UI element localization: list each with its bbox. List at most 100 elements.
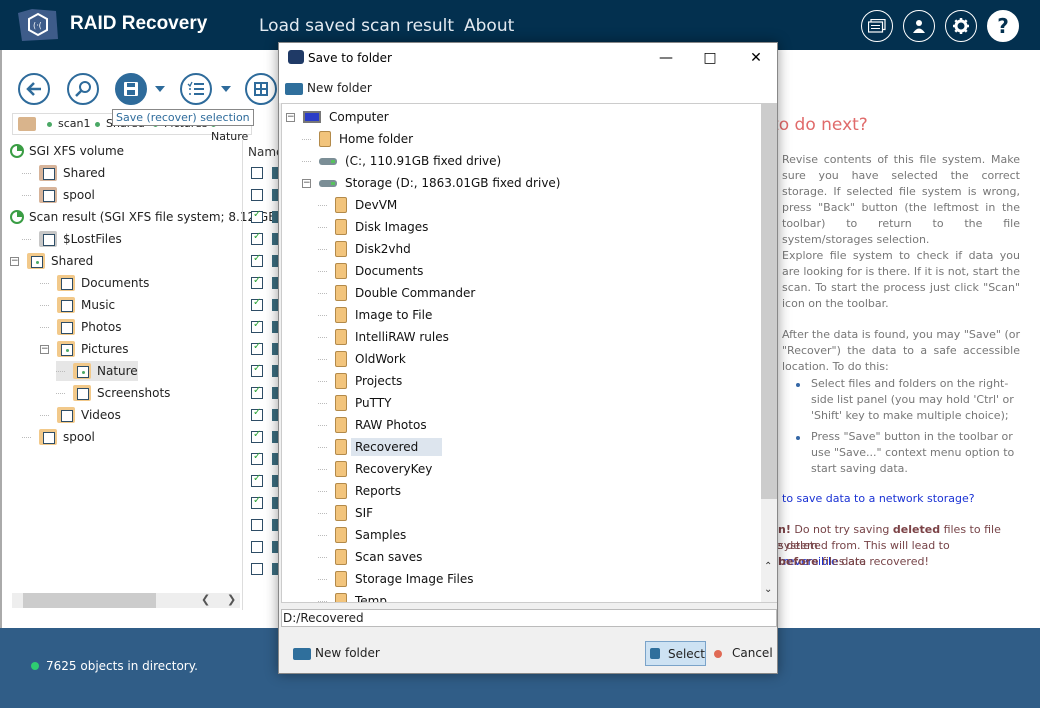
tree-item[interactable]: Nature: [56, 361, 138, 381]
tree-item[interactable]: Shared: [22, 163, 105, 183]
maximize-icon[interactable]: □: [699, 47, 721, 69]
account-icon[interactable]: [903, 10, 935, 42]
folder-tree-item[interactable]: Disk2vhd: [318, 238, 411, 260]
scroll-right-icon[interactable]: ❯: [227, 593, 236, 606]
network-storage-link[interactable]: to save data to a network storage?: [782, 491, 1020, 507]
selection-button[interactable]: [180, 73, 212, 105]
checkbox[interactable]: [61, 322, 73, 334]
nav-load-saved-scan[interactable]: Load saved scan result: [259, 16, 454, 36]
scrollbar-thumb[interactable]: [23, 593, 156, 608]
messages-icon[interactable]: [861, 10, 893, 42]
row-checkbox[interactable]: [251, 429, 263, 443]
folder-tree-item[interactable]: RecoveryKey: [318, 458, 432, 480]
tree-item[interactable]: − Shared: [10, 251, 93, 271]
row-checkbox[interactable]: [251, 541, 263, 553]
checkbox[interactable]: [43, 190, 55, 202]
select-button[interactable]: Select: [645, 641, 706, 666]
collapse-icon[interactable]: −: [40, 344, 49, 354]
folder-tree-item[interactable]: DevVM: [318, 194, 397, 216]
settings-icon[interactable]: [945, 10, 977, 42]
collapse-icon[interactable]: −: [302, 178, 311, 188]
folder-tree-item[interactable]: Temp: [318, 590, 387, 602]
checkbox[interactable]: [43, 234, 55, 246]
folder-tree-item[interactable]: Recovered: [318, 436, 443, 458]
checkbox[interactable]: [43, 432, 55, 444]
folder-tree-item[interactable]: Image to File: [318, 304, 432, 326]
folder-tree-item[interactable]: − Storage (D:, 1863.01GB fixed drive): [302, 172, 560, 194]
save-button[interactable]: [115, 73, 147, 105]
close-icon[interactable]: ✕: [745, 47, 767, 69]
checkbox[interactable]: [77, 366, 89, 378]
help-icon[interactable]: ?: [987, 10, 1019, 42]
row-checkbox[interactable]: [251, 297, 263, 311]
row-checkbox[interactable]: [251, 451, 263, 465]
vertical-scrollbar[interactable]: ⌃ ⌄: [761, 104, 777, 602]
checkbox[interactable]: [31, 256, 43, 268]
folder-tree-item[interactable]: Scan saves: [318, 546, 422, 568]
folder-tree-item[interactable]: Home folder: [302, 128, 413, 150]
checkbox[interactable]: [77, 388, 89, 400]
collapse-icon[interactable]: −: [10, 256, 19, 266]
scroll-down-icon[interactable]: ⌄: [764, 584, 772, 595]
row-checkbox[interactable]: [251, 385, 263, 399]
row-checkbox[interactable]: [251, 275, 263, 289]
toolbar-new-folder-button[interactable]: New folder: [307, 81, 372, 95]
new-folder-button[interactable]: New folder: [315, 646, 380, 660]
scroll-up-icon[interactable]: ⌃: [764, 561, 772, 572]
row-checkbox[interactable]: [251, 563, 263, 575]
folder-tree-item[interactable]: Reports: [318, 480, 401, 502]
row-checkbox[interactable]: [251, 319, 263, 333]
row-checkbox[interactable]: [251, 253, 263, 267]
folder-tree-item[interactable]: SIF: [318, 502, 373, 524]
folder-tree-item[interactable]: (C:, 110.91GB fixed drive): [302, 150, 501, 172]
scan-button[interactable]: [67, 73, 99, 105]
folder-tree-item[interactable]: Samples: [318, 524, 406, 546]
dialog-titlebar[interactable]: Save to folder — □ ✕: [279, 43, 777, 73]
folder-tree-item[interactable]: − Computer: [286, 106, 389, 128]
folder-tree-item[interactable]: Projects: [318, 370, 402, 392]
tree-item[interactable]: Videos: [40, 405, 121, 425]
folder-tree-item[interactable]: RAW Photos: [318, 414, 427, 436]
tree-item[interactable]: Documents: [40, 273, 149, 293]
tree-item[interactable]: Screenshots: [56, 383, 170, 403]
folder-tree-item[interactable]: OldWork: [318, 348, 406, 370]
view-button[interactable]: [245, 73, 277, 105]
nav-about[interactable]: About: [464, 16, 514, 36]
breadcrumb-item[interactable]: scan1: [47, 117, 91, 130]
checkbox[interactable]: [61, 344, 73, 356]
tree-item[interactable]: SGI XFS volume: [10, 141, 124, 161]
row-checkbox[interactable]: [251, 167, 263, 179]
row-checkbox[interactable]: [251, 231, 263, 245]
tree-item[interactable]: Music: [40, 295, 115, 315]
tree-item[interactable]: spool: [22, 185, 95, 205]
tree-item[interactable]: Photos: [40, 317, 121, 337]
tree-item[interactable]: $LostFiles: [22, 229, 122, 249]
row-checkbox[interactable]: [251, 363, 263, 377]
folder-tree-item[interactable]: Documents: [318, 260, 423, 282]
selection-dropdown-arrow[interactable]: [221, 86, 231, 92]
checkbox[interactable]: [61, 410, 73, 422]
scroll-left-icon[interactable]: ❮: [201, 593, 210, 606]
back-button[interactable]: [18, 73, 50, 105]
cancel-button[interactable]: Cancel: [732, 646, 773, 660]
horizontal-scrollbar[interactable]: ❮ ❯: [12, 593, 240, 608]
row-checkbox[interactable]: [251, 341, 263, 355]
row-checkbox[interactable]: [251, 495, 263, 509]
checkbox[interactable]: [43, 168, 55, 180]
checkbox[interactable]: [61, 278, 73, 290]
folder-tree-item[interactable]: PuTTY: [318, 392, 391, 414]
minimize-icon[interactable]: —: [655, 47, 677, 69]
folder-tree-item[interactable]: IntelliRAW rules: [318, 326, 449, 348]
row-checkbox[interactable]: [251, 209, 263, 223]
save-dropdown-arrow[interactable]: [155, 86, 165, 92]
collapse-icon[interactable]: −: [286, 112, 295, 122]
path-input[interactable]: D:/Recovered: [281, 609, 777, 627]
row-checkbox[interactable]: [251, 519, 263, 531]
folder-tree-item[interactable]: Storage Image Files: [318, 568, 474, 590]
row-checkbox[interactable]: [251, 189, 263, 201]
tree-item[interactable]: − Pictures: [40, 339, 129, 359]
scrollbar-thumb[interactable]: [761, 104, 777, 499]
tree-item[interactable]: spool: [22, 427, 95, 447]
row-checkbox[interactable]: [251, 407, 263, 421]
folder-tree-item[interactable]: Double Commander: [318, 282, 475, 304]
